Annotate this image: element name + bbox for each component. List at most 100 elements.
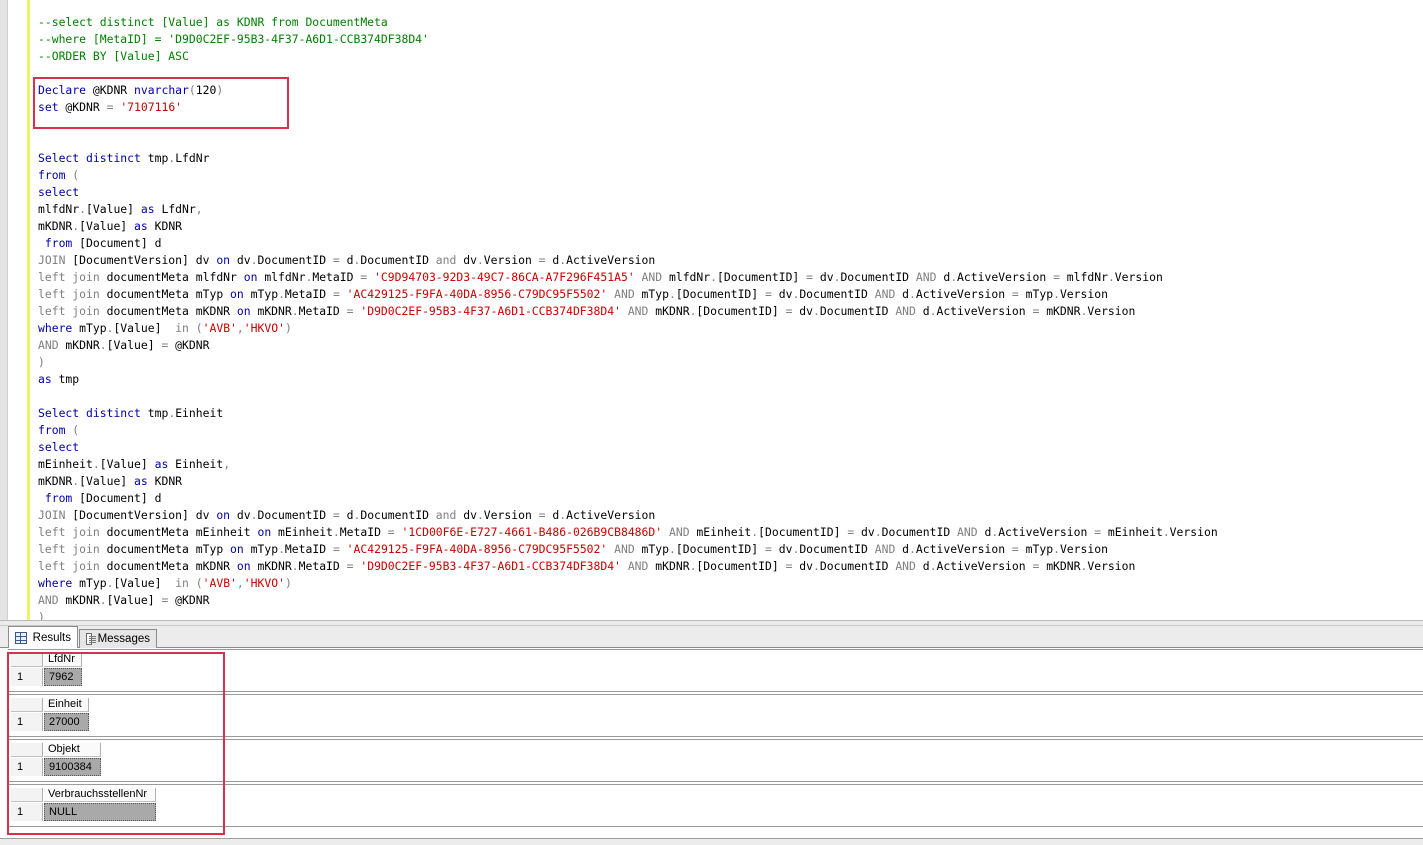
code-token: AND [957, 525, 978, 539]
code-line[interactable]: left join documentMeta mKDNR on mKDNR.Me… [38, 303, 1218, 320]
code-token: [Value] [106, 338, 162, 352]
code-token: 'HKVO' [243, 576, 285, 590]
code-token: = [332, 253, 340, 267]
tab-messages-label: Messages [97, 633, 150, 645]
code-line[interactable]: mEinheit.[Value] as Einheit, [38, 456, 1218, 473]
code-token: AND [627, 304, 649, 318]
code-token: mTyp [243, 542, 279, 556]
code-token: ActiveVersion [566, 508, 656, 522]
code-token: . [476, 508, 484, 522]
code-token: ( [72, 423, 80, 437]
code-token: [Value] [113, 321, 176, 335]
code-token: where [38, 576, 73, 590]
code-line[interactable]: left join documentMeta mlfdNr on mlfdNr.… [38, 269, 1218, 286]
code-line[interactable]: --ORDER BY [Value] ASC [38, 48, 1218, 65]
code-token: left join [38, 287, 100, 301]
selection-margin[interactable] [0, 0, 8, 620]
code-token: Einheit [175, 406, 224, 420]
code-token: documentMeta mKDNR [99, 559, 237, 573]
code-line[interactable]: mlfdNr.[Value] as LfdNr, [38, 201, 1218, 218]
code-token: dv [813, 270, 834, 284]
code-token: DocumentID [819, 559, 896, 573]
annotation-box-declare [33, 77, 289, 129]
code-token: 'HKVO' [243, 321, 285, 335]
code-token: AND [627, 559, 649, 573]
code-token: . [1053, 287, 1060, 301]
code-line[interactable]: left join documentMeta mTyp on mTyp.Meta… [38, 286, 1218, 303]
code-token: mTyp [1018, 287, 1054, 301]
code-token: mKDNR [1039, 559, 1081, 573]
code-token: d [339, 508, 354, 522]
code-line[interactable]: JOIN [DocumentVersion] dv on dv. Document… [38, 252, 1218, 269]
code-line[interactable]: from [Document] d [38, 235, 1218, 252]
tab-messages[interactable]: Messages [79, 629, 157, 648]
code-token: DocumentID [360, 253, 436, 267]
code-line[interactable]: left join documentMeta mTyp on mTyp.Meta… [38, 541, 1218, 558]
code-token: = [538, 508, 546, 522]
code-line[interactable]: mKDNR.[Value] as KDNR [38, 218, 1218, 235]
code-line[interactable]: --select distinct [Value] as KDNR from D… [38, 14, 1218, 31]
code-line[interactable] [38, 133, 1218, 150]
code-token: d [915, 559, 930, 573]
code-token: ) [284, 576, 292, 590]
code-line[interactable]: left join documentMeta mKDNR on mKDNR.Me… [38, 558, 1218, 575]
code-line[interactable]: select [38, 184, 1218, 201]
code-line[interactable]: left join documentMeta mEinheit on mEinh… [38, 524, 1218, 541]
code-line[interactable]: select [38, 439, 1218, 456]
code-token: ) [284, 321, 292, 335]
code-line[interactable]: where mTyp.[Value] in ('AVB','HKVO') [38, 320, 1218, 337]
code-line[interactable] [38, 388, 1218, 405]
code-token: . [669, 287, 676, 301]
code-token: [DocumentVersion] dv [65, 253, 217, 267]
code-token: Version [483, 253, 539, 267]
code-line[interactable]: from [Document] d [38, 490, 1218, 507]
code-token: documentMeta mEinheit [99, 525, 258, 539]
code-line[interactable]: Select distinct tmp.Einheit [38, 405, 1218, 422]
code-token: mTyp [634, 542, 669, 556]
code-line[interactable]: --where [MetaID] = 'D9D0C2EF-95B3-4F37-A… [38, 31, 1218, 48]
code-token: mTyp [72, 576, 107, 590]
code-token: = [1011, 542, 1019, 556]
code-token: mKDNR [58, 338, 100, 352]
code-line[interactable]: JOIN [DocumentVersion] dv on dv. Document… [38, 507, 1218, 524]
code-line[interactable]: where mTyp.[Value] in ('AVB','HKVO') [38, 575, 1218, 592]
code-line[interactable]: AND mKDNR.[Value] = @KDNR [38, 592, 1218, 609]
code-token: from [44, 236, 73, 250]
code-line[interactable]: from ( [38, 167, 1218, 184]
code-line[interactable]: from ( [38, 422, 1218, 439]
code-token: 'D9D0C2EF-95B3-4F37-A6D1-CCB374DF38D4' [360, 304, 621, 318]
query-editor[interactable]: --select distinct [Value] as KDNR from D… [0, 0, 1423, 620]
code-line[interactable]: Select distinct tmp.LfdNr [38, 150, 1218, 167]
code-token: MetaID [312, 270, 361, 284]
tab-results[interactable]: Results [8, 626, 78, 648]
code-token: on [216, 253, 231, 267]
code-line[interactable]: ) [38, 609, 1218, 620]
code-token: on [216, 508, 231, 522]
code-token: , [236, 321, 244, 335]
code-line[interactable]: ) [38, 354, 1218, 371]
code-token: JOIN [38, 253, 66, 267]
code-line[interactable]: mKDNR.[Value] as KDNR [38, 473, 1218, 490]
code-token: MetaID [339, 525, 388, 539]
code-token: = [1011, 287, 1019, 301]
code-token: KDNR [147, 474, 183, 488]
code-token: mEinheit [38, 457, 93, 471]
code-token: [Value] [99, 457, 155, 471]
code-token: = [346, 559, 354, 573]
code-token: [Value] [86, 202, 141, 216]
code-token: ( [195, 321, 203, 335]
code-line[interactable]: as tmp [38, 371, 1218, 388]
code-token: AND [614, 542, 635, 556]
code-token: MetaID [284, 287, 333, 301]
code-line[interactable]: AND mKDNR.[Value] = @KDNR [38, 337, 1218, 354]
code-token: d [936, 270, 951, 284]
code-token: MetaID [284, 542, 333, 556]
code-token: mTyp [243, 287, 279, 301]
code-token: on [230, 287, 244, 301]
